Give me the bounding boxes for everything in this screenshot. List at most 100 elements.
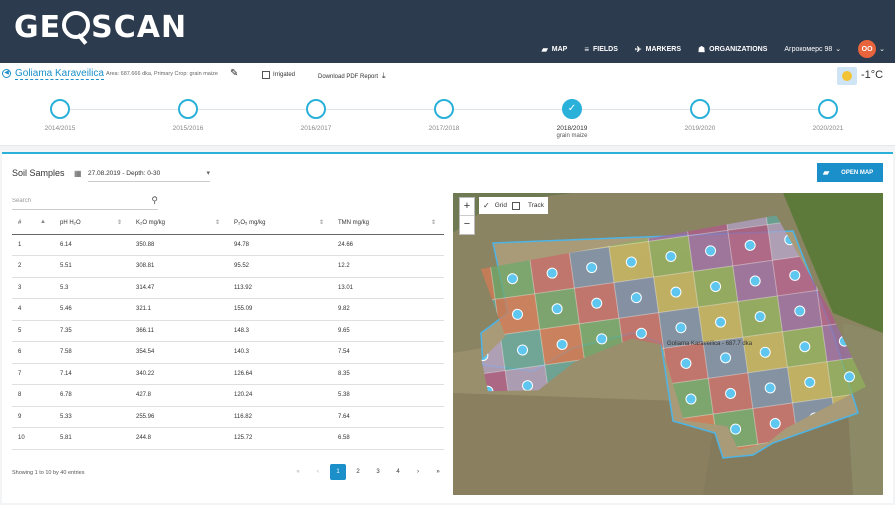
table-cell: 3 bbox=[12, 277, 54, 299]
table-cell: 354.54 bbox=[130, 341, 228, 364]
page-button[interactable]: 1 bbox=[330, 464, 346, 480]
map-layer-toggles: ✓ Grid Track bbox=[479, 197, 548, 214]
column-header-p2o5[interactable]: P₂O₅ mg/kg ⇕ bbox=[228, 212, 332, 235]
table-row[interactable]: 2 5.51 308.81 95.52 12.2 bbox=[12, 255, 444, 278]
table-cell: 5.81 bbox=[54, 427, 130, 450]
page-button[interactable]: ‹ bbox=[310, 464, 326, 480]
table-cell: 9.65 bbox=[332, 320, 444, 342]
sort-icon: ⇕ bbox=[318, 220, 324, 226]
irrigated-checkbox[interactable]: Irrigated bbox=[262, 71, 295, 79]
table-cell: 9.82 bbox=[332, 298, 444, 321]
timeline-step[interactable]: 2020/2021 bbox=[788, 99, 868, 132]
timeline-year: 2017/2018 bbox=[428, 125, 460, 132]
timeline-step[interactable]: 2015/2016 bbox=[148, 99, 228, 132]
search-icon[interactable]: ⚲ bbox=[151, 195, 158, 206]
zoom-in-button[interactable]: + bbox=[460, 198, 474, 216]
column-header-k2o[interactable]: K₂O mg/kg ⇕ bbox=[130, 212, 228, 235]
field-name-link[interactable]: Goliama Karaveilica bbox=[15, 68, 104, 80]
soil-samples-panel: Soil Samples ▦ 27.08.2019 - Depth: 0-30 ▾… bbox=[2, 152, 893, 503]
table-cell: 7 bbox=[12, 363, 54, 385]
timeline-step[interactable]: 2014/2015 bbox=[20, 99, 100, 132]
nav-item-markers[interactable]: ✈ MARKERS bbox=[635, 45, 681, 54]
page-button[interactable]: 4 bbox=[390, 464, 406, 480]
table-cell: 120.24 bbox=[228, 384, 332, 407]
calendar-icon: ▦ bbox=[74, 169, 82, 178]
table-row[interactable]: 9 5.33 255.96 116.82 7.64 bbox=[12, 406, 444, 428]
map-canvas[interactable]: Goliama Karaveilica - 687.7 dka bbox=[453, 193, 883, 495]
track-toggle-label[interactable]: Track bbox=[528, 202, 544, 209]
table-cell: 9 bbox=[12, 406, 54, 428]
page-button[interactable]: › bbox=[410, 464, 426, 480]
user-avatar[interactable]: OO bbox=[858, 40, 877, 58]
timeline-step[interactable]: 2019/2020 bbox=[660, 99, 740, 132]
table-row[interactable]: 10 5.81 244.8 125.72 6.58 bbox=[12, 427, 444, 450]
table-cell: 113.92 bbox=[228, 277, 332, 299]
table-cell: 5.38 bbox=[332, 384, 444, 407]
table-cell: 427.8 bbox=[130, 384, 228, 407]
page-button[interactable]: « bbox=[290, 464, 306, 480]
open-map-button[interactable]: ▰ OPEN MAP bbox=[817, 163, 883, 182]
table-cell: 8 bbox=[12, 384, 54, 407]
grid-toggle-label[interactable]: Grid bbox=[495, 202, 507, 209]
table-row[interactable]: 3 5.3 314.47 113.92 13.01 bbox=[12, 277, 444, 299]
geoscan-logo[interactable]: GE SCAN bbox=[14, 10, 187, 45]
page-button[interactable]: 3 bbox=[370, 464, 386, 480]
table-cell: 4 bbox=[12, 298, 54, 321]
check-icon: ✓ bbox=[562, 99, 582, 119]
table-cell: 8.35 bbox=[332, 363, 444, 385]
check-icon[interactable]: ✓ bbox=[483, 201, 490, 210]
checkbox-icon bbox=[262, 71, 270, 79]
organization-selector[interactable]: Агрокомерс 98 ⌄ bbox=[784, 45, 841, 54]
timeline-year: 2020/2021 bbox=[812, 125, 844, 132]
table-row[interactable]: 5 7.35 366.11 148.3 9.65 bbox=[12, 320, 444, 342]
column-header-number[interactable]: # ▲ bbox=[12, 212, 54, 235]
date-depth-select[interactable]: 27.08.2019 - Depth: 0-30 ▾ bbox=[88, 166, 210, 182]
table-row[interactable]: 4 5.46 321.1 155.09 9.82 bbox=[12, 298, 444, 321]
back-arrow-icon[interactable]: ◀ bbox=[2, 69, 11, 78]
table-cell: 5.3 bbox=[54, 277, 130, 299]
table-header-row: # ▲ pH H₂O ⇕ K₂O mg/kg ⇕ P₂O₅ mg/kg ⇕ TMN mg… bbox=[12, 212, 444, 235]
table-cell: 321.1 bbox=[130, 298, 228, 321]
timeline-year: 2016/2017 bbox=[300, 125, 332, 132]
table-row[interactable]: 7 7.14 340.22 126.64 8.35 bbox=[12, 363, 444, 385]
table-cell: 314.47 bbox=[130, 277, 228, 299]
page-button[interactable]: 2 bbox=[350, 464, 366, 480]
timeline-step[interactable]: 2016/2017 bbox=[276, 99, 356, 132]
table-cell: 7.14 bbox=[54, 363, 130, 385]
page-button[interactable]: » bbox=[430, 464, 446, 480]
nav-item-organizations[interactable]: ☗ ORGANIZATIONS bbox=[698, 45, 767, 54]
nav-item-map[interactable]: ▰ MAP bbox=[542, 45, 568, 54]
table-cell: 5.51 bbox=[54, 255, 130, 278]
download-icon: ⤓ bbox=[382, 71, 386, 80]
timeline-year: 2018/2019 bbox=[556, 125, 588, 132]
chevron-down-icon[interactable]: ⌄ bbox=[879, 45, 885, 53]
table-cell: 5.46 bbox=[54, 298, 130, 321]
soil-samples-table: # ▲ pH H₂O ⇕ K₂O mg/kg ⇕ P₂O₅ mg/kg ⇕ TMN mg… bbox=[12, 212, 444, 450]
field-map[interactable]: Goliama Karaveilica - 687.7 dka + − ✓ Gri… bbox=[453, 193, 883, 495]
table-row[interactable]: 6 7.58 354.54 140.3 7.54 bbox=[12, 341, 444, 364]
table-cell: 5.33 bbox=[54, 406, 130, 428]
table-cell: 6.14 bbox=[54, 234, 130, 256]
table-row[interactable]: 8 6.78 427.8 120.24 5.38 bbox=[12, 384, 444, 407]
top-navigation-bar: GE SCAN ▰ MAP ≡ FIELDS ✈ MARKERS ☗ ORGANIZATI… bbox=[0, 0, 895, 63]
timeline-dot bbox=[690, 99, 710, 119]
track-checkbox[interactable] bbox=[511, 201, 520, 210]
edit-icon[interactable]: ✎ bbox=[230, 68, 238, 79]
timeline-dot bbox=[50, 99, 70, 119]
table-row[interactable]: 1 6.14 350.88 94.78 24.66 bbox=[12, 234, 444, 256]
table-cell: 7.58 bbox=[54, 341, 130, 364]
column-header-ph[interactable]: pH H₂O ⇕ bbox=[54, 212, 130, 235]
timeline-step[interactable]: 2017/2018 bbox=[404, 99, 484, 132]
download-pdf-button[interactable]: Download PDF Report ⤓ bbox=[318, 71, 386, 81]
table-cell: 340.22 bbox=[130, 363, 228, 385]
timeline-year: 2015/2016 bbox=[172, 125, 204, 132]
zoom-out-button[interactable]: − bbox=[460, 216, 474, 234]
sort-icon: ⇕ bbox=[214, 220, 220, 226]
timeline-step[interactable]: ✓ 2018/2019 grain maize bbox=[532, 99, 612, 139]
column-header-tmn[interactable]: TMN mg/kg ⇕ bbox=[332, 212, 444, 235]
nav-item-fields[interactable]: ≡ FIELDS bbox=[584, 45, 618, 54]
table-cell: 24.66 bbox=[332, 234, 444, 256]
main-nav: ▰ MAP ≡ FIELDS ✈ MARKERS ☗ ORGANIZATIONS Агр… bbox=[525, 40, 885, 58]
table-cell: 366.11 bbox=[130, 320, 228, 342]
search-input[interactable] bbox=[12, 198, 132, 204]
